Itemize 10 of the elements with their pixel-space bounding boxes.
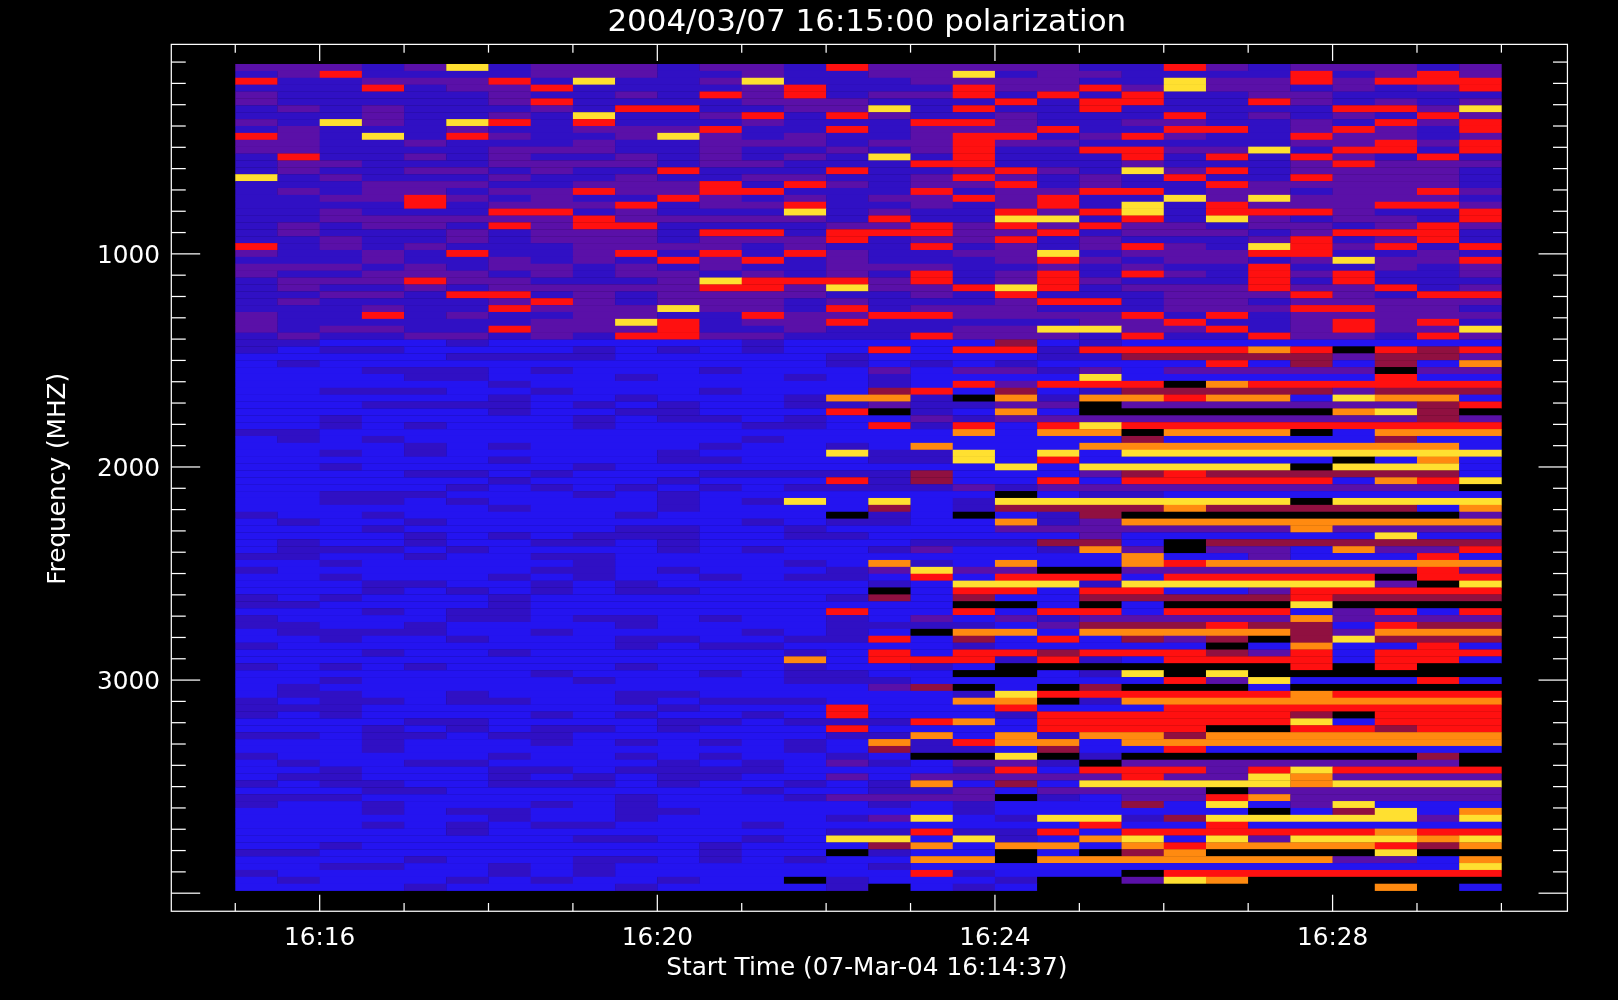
y-tick-label: 1000 [96, 240, 160, 270]
y-axis-title: Frequency (MHZ) [42, 372, 71, 585]
x-tick-label: 16:16 [284, 922, 356, 952]
x-tick-label: 16:20 [621, 922, 693, 952]
x-tick-label: 16:24 [959, 922, 1031, 952]
x-axis-title: Start Time (07-Mar-04 16:14:37) [666, 952, 1068, 982]
y-tick-label: 3000 [96, 666, 160, 696]
y-tick-label: 2000 [96, 453, 160, 483]
plot-title: 2004/03/07 16:15:00 polarization [607, 1, 1127, 38]
x-tick-label: 16:28 [1296, 922, 1369, 952]
